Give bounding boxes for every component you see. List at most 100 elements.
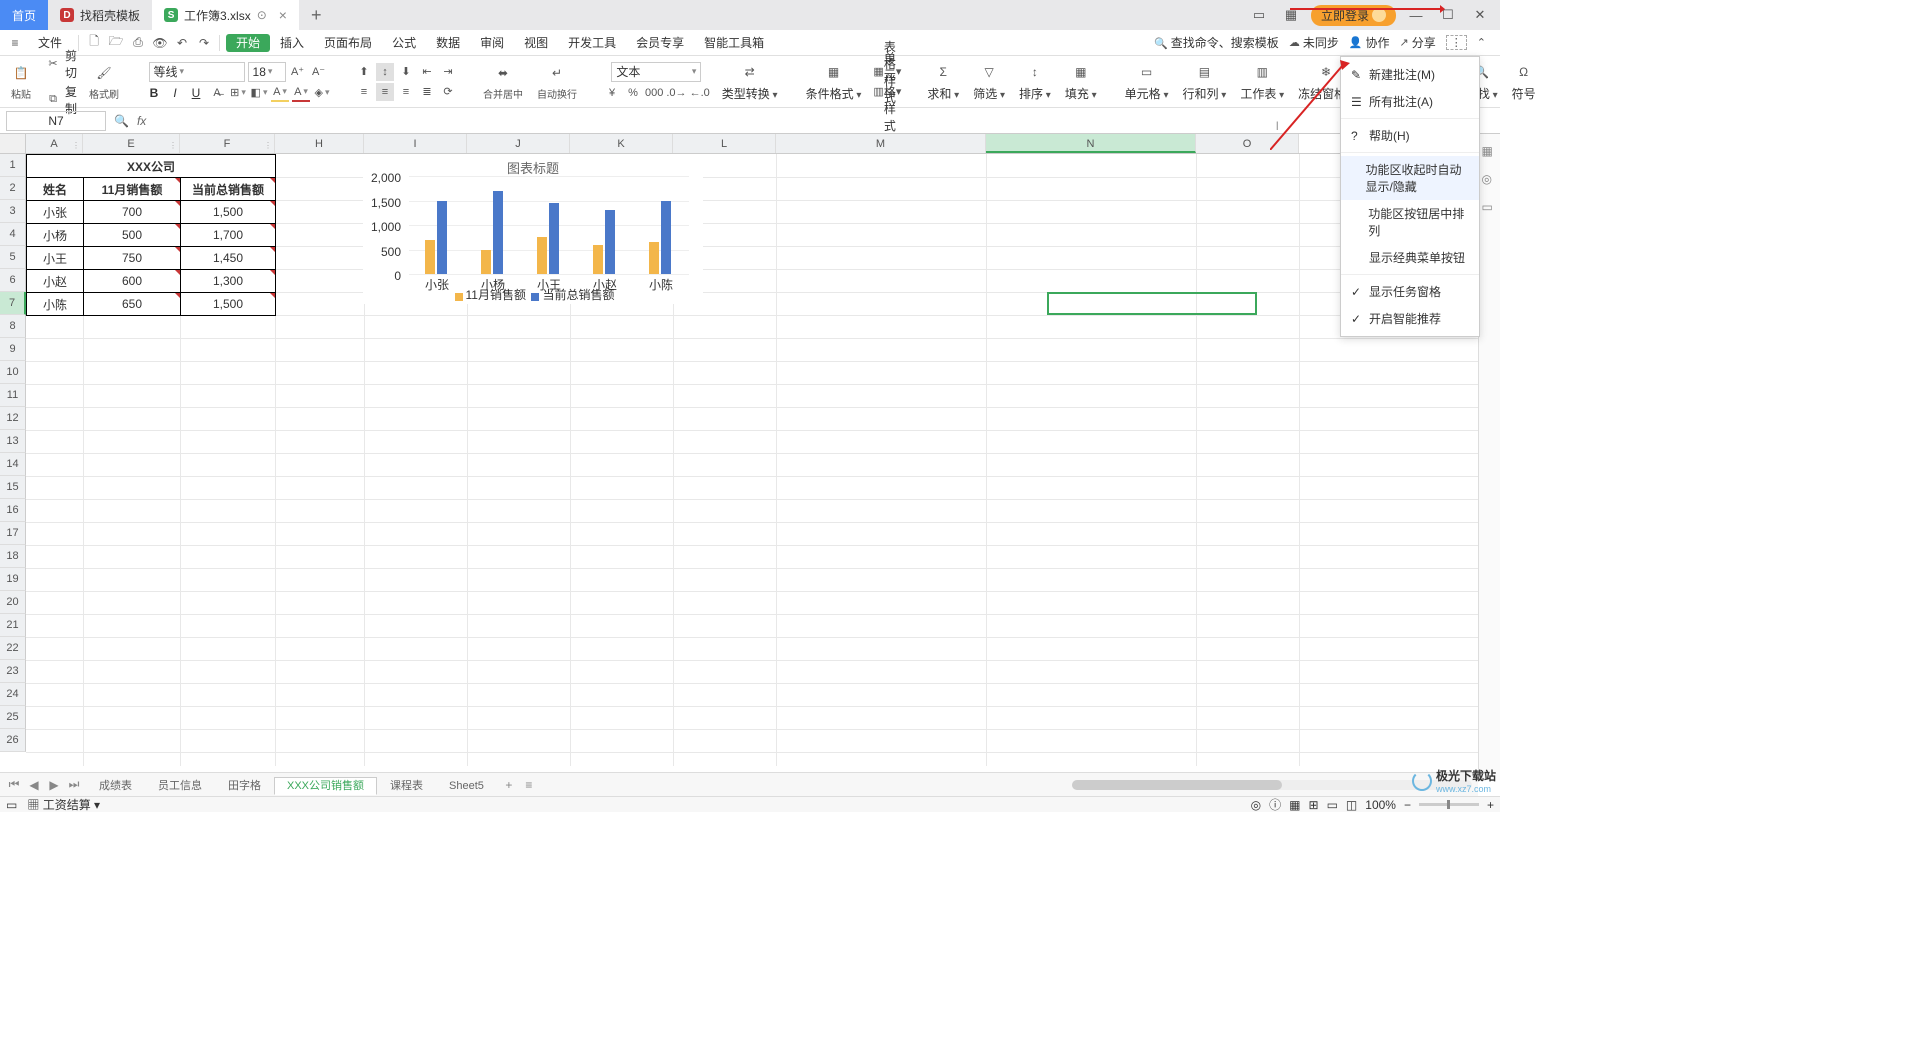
currency-icon[interactable]: ¥	[603, 84, 621, 102]
open-icon[interactable]: 🗁	[107, 34, 125, 52]
align-justify-icon[interactable]: ≣	[418, 83, 436, 101]
copy-button[interactable]: ⧉	[44, 91, 62, 109]
symbol-button[interactable]: Ω符号	[1508, 61, 1540, 102]
font-color-button[interactable]: A▾	[292, 84, 310, 102]
cellfmt-button[interactable]: ▥ 单元格样式 ▾	[873, 83, 901, 101]
table-cell[interactable]: 500	[83, 223, 181, 247]
sheet-tab-员工信息[interactable]: 员工信息	[145, 777, 215, 795]
row-header-22[interactable]: 22	[0, 637, 26, 660]
collapse-ribbon-icon[interactable]: ⌃	[1477, 36, 1486, 49]
more-button[interactable]: ⋮	[1446, 35, 1467, 50]
row-header-7[interactable]: 7	[0, 292, 26, 315]
redo-icon[interactable]: ↷	[195, 34, 213, 52]
row-header-5[interactable]: 5	[0, 246, 26, 269]
row-header-21[interactable]: 21	[0, 614, 26, 637]
new-icon[interactable]: 🗋	[85, 34, 103, 52]
row-header-9[interactable]: 9	[0, 338, 26, 361]
table-cell[interactable]: 1,500	[180, 200, 276, 224]
row-header-1[interactable]: 1	[0, 154, 26, 177]
fill-button[interactable]: ▦填充 ▾	[1061, 61, 1101, 102]
percent-icon[interactable]: %	[624, 84, 642, 102]
dropdown-item[interactable]: ☰所有批注(A)	[1341, 88, 1479, 115]
sync-button[interactable]: ☁ 未同步	[1289, 34, 1339, 51]
indent-dec-icon[interactable]: ⇤	[418, 63, 436, 81]
bold-button[interactable]: B	[145, 84, 163, 102]
dropdown-item[interactable]: ✓显示任务窗格	[1341, 278, 1479, 305]
row-header-17[interactable]: 17	[0, 522, 26, 545]
sheet-tab-田字格[interactable]: 田字格	[215, 777, 274, 795]
sidepanel-icon-2[interactable]: ◎	[1482, 172, 1498, 188]
row-header-26[interactable]: 26	[0, 729, 26, 752]
row-header-15[interactable]: 15	[0, 476, 26, 499]
table-cell[interactable]: 小赵	[26, 269, 84, 293]
typeconv-button[interactable]: ⇄类型转换 ▾	[718, 61, 782, 102]
sheet-nav-prev[interactable]: ◀	[26, 778, 42, 792]
font-combo[interactable]: 等线▾	[149, 62, 245, 82]
sheet-tab-成绩表[interactable]: 成绩表	[86, 777, 145, 795]
table-cell[interactable]: 1,450	[180, 246, 276, 270]
sheet-tab-Sheet5[interactable]: Sheet5	[436, 777, 497, 795]
row-header-24[interactable]: 24	[0, 683, 26, 706]
window-icon[interactable]: ▭	[1247, 7, 1271, 23]
col-header-M[interactable]: M	[776, 134, 986, 153]
table-cell[interactable]: 小王	[26, 246, 84, 270]
table-cell[interactable]: 姓名	[26, 177, 84, 201]
table-cell[interactable]: 650	[83, 292, 181, 316]
row-header-25[interactable]: 25	[0, 706, 26, 729]
border-button[interactable]: ⊞▾	[229, 84, 247, 102]
table-cell[interactable]: 小杨	[26, 223, 84, 247]
col-header-H[interactable]: H	[275, 134, 364, 153]
row-header-3[interactable]: 3	[0, 200, 26, 223]
col-header-F[interactable]: F⋮	[180, 134, 275, 153]
align-left-icon[interactable]: ≡	[355, 83, 373, 101]
table-cell[interactable]: 小张	[26, 200, 84, 224]
table-cell[interactable]: 1,500	[180, 292, 276, 316]
align-top-icon[interactable]: ⬆	[355, 63, 373, 81]
size-combo[interactable]: 18▾	[248, 62, 286, 82]
col-header-J[interactable]: J	[467, 134, 570, 153]
col-header-I[interactable]: I	[364, 134, 467, 153]
zoom-slider[interactable]	[1419, 803, 1479, 806]
embedded-chart[interactable]: 图表标题 05001,0001,5002,000 小张小杨小王小赵小陈 11月销…	[363, 154, 703, 304]
italic-button[interactable]: I	[166, 84, 184, 102]
row-header-10[interactable]: 10	[0, 361, 26, 384]
sheet-add[interactable]: +	[501, 778, 517, 792]
menu-插入[interactable]: 插入	[270, 34, 314, 52]
status-label[interactable]: ▦ 工资结算 ▾	[27, 796, 100, 813]
fill-color-button[interactable]: ◧▾	[250, 84, 268, 102]
menu-视图[interactable]: 视图	[514, 34, 558, 52]
sheet-tab-XXX公司销售额[interactable]: XXX公司销售额	[274, 777, 377, 795]
preview-icon[interactable]: 👁	[151, 34, 169, 52]
col-header-A[interactable]: A⋮	[26, 134, 83, 153]
search-fx-icon[interactable]: 🔍	[114, 114, 129, 128]
dropdown-item[interactable]: ✎新建批注(M)	[1341, 61, 1479, 88]
fx-icon[interactable]: fx	[137, 114, 146, 128]
table-cell[interactable]: 小陈	[26, 292, 84, 316]
inc-decimal-icon[interactable]: .0→	[666, 84, 686, 102]
name-box[interactable]: N7	[6, 111, 106, 131]
close-icon[interactable]: ×	[279, 7, 287, 23]
menu-审阅[interactable]: 审阅	[470, 34, 514, 52]
row-header-11[interactable]: 11	[0, 384, 26, 407]
tab-home[interactable]: 首页	[0, 0, 48, 30]
align-bottom-icon[interactable]: ⬇	[397, 63, 415, 81]
view-normal-icon[interactable]: ◎	[1251, 798, 1261, 812]
col-header-L[interactable]: L	[673, 134, 776, 153]
view-icon-4[interactable]: ⊞	[1309, 798, 1319, 812]
menu-页面布局[interactable]: 页面布局	[314, 34, 382, 52]
merge-button[interactable]: ⬌合并居中	[479, 62, 527, 101]
row-header-23[interactable]: 23	[0, 660, 26, 683]
undo-icon[interactable]: ↶	[173, 34, 191, 52]
row-header-20[interactable]: 20	[0, 591, 26, 614]
menu-数据[interactable]: 数据	[426, 34, 470, 52]
dropdown-item[interactable]: ?帮助(H)	[1341, 122, 1479, 149]
effects-button[interactable]: ◈▾	[313, 84, 331, 102]
search-input[interactable]: 🔍 查找命令、搜索模板	[1154, 34, 1279, 51]
spreadsheet-grid[interactable]: A⋮E⋮F⋮HIJKLMNO 1234567891011121314151617…	[0, 134, 1500, 766]
cut-button[interactable]: ✂	[44, 55, 62, 73]
table-cell[interactable]: 1,700	[180, 223, 276, 247]
menu-智能工具箱[interactable]: 智能工具箱	[694, 34, 774, 52]
dropdown-item[interactable]: 显示经典菜单按钮	[1341, 244, 1479, 271]
row-header-14[interactable]: 14	[0, 453, 26, 476]
orientation-icon[interactable]: ⟳	[439, 83, 457, 101]
